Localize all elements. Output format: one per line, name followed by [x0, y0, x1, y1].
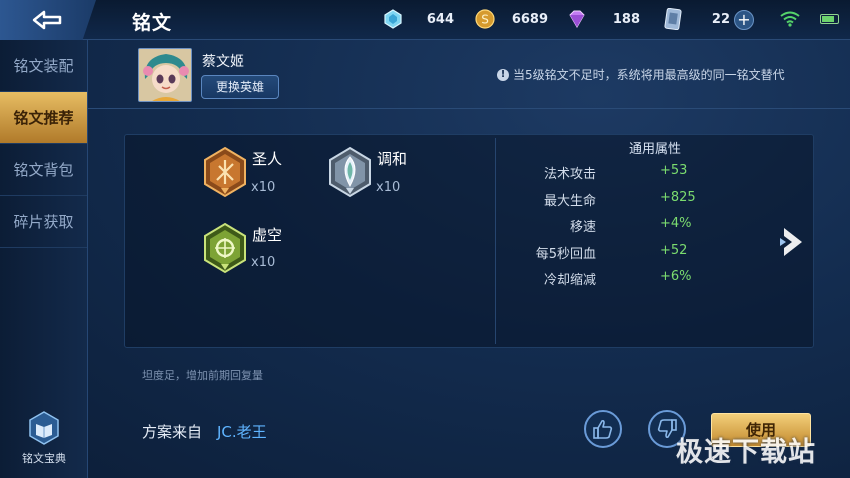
attribute-row: 每5秒回血 +52 — [536, 243, 740, 263]
gold-counter: S 6689 — [474, 8, 548, 30]
attribute-value: +53 — [660, 163, 688, 178]
panel-divider — [495, 138, 496, 344]
book-icon — [29, 411, 59, 445]
gold-coin-icon: S — [474, 8, 496, 30]
attribute-value: +6% — [660, 269, 692, 284]
attribute-label: 最大生命 — [543, 194, 596, 209]
sidebar-item-rune-bag[interactable]: 铭文背包 — [0, 144, 87, 196]
hero-avatar — [138, 48, 192, 102]
attribute-value: +52 — [660, 243, 688, 258]
attribute-row: 法术攻击 +53 — [540, 163, 740, 183]
purple-crystal-icon — [566, 8, 588, 30]
sidebar-item-label: 铭文推荐 — [13, 109, 74, 127]
plan-description: 坦度足，增加前期回复量 — [142, 369, 263, 382]
rune-harmony-icon — [329, 146, 371, 198]
attribute-row: 最大生命 +825 — [540, 190, 740, 210]
diamond-icon — [382, 8, 404, 30]
watermark: 极速下载站 — [676, 437, 816, 468]
voucher-icon — [662, 8, 684, 30]
attribute-label: 移速 — [569, 220, 596, 235]
sidebar-item-rune-equip[interactable]: 铭文装配 — [0, 40, 87, 92]
add-voucher-button[interactable]: + — [734, 10, 754, 30]
rune-name: 虚空 — [252, 226, 283, 244]
rune-count: x10 — [251, 180, 276, 195]
sidebar-item-fragment-source[interactable]: 碎片获取 — [0, 196, 87, 248]
like-button[interactable] — [584, 410, 622, 448]
source-author-link[interactable]: JC.老王 — [217, 421, 267, 442]
diamond-count: 644 — [426, 11, 454, 27]
sidebar-item-label: 碎片获取 — [13, 213, 74, 231]
attribute-value: +4% — [660, 216, 692, 231]
attribute-label: 每5秒回血 — [535, 247, 596, 262]
attribute-value: +825 — [660, 190, 696, 205]
codex-label: 铭文宝典 — [22, 452, 66, 465]
attribute-label: 冷却缩减 — [543, 273, 596, 288]
sidebar: 铭文装配 铭文推荐 铭文背包 碎片获取 铭文宝典 — [0, 40, 88, 478]
rune-count: x10 — [251, 255, 276, 270]
thumbs-up-icon — [593, 419, 613, 439]
svg-text:S: S — [481, 13, 489, 27]
back-arrow-icon — [32, 10, 62, 30]
header-divider — [88, 108, 850, 109]
rune-sage-icon — [204, 146, 246, 198]
hero-name: 蔡文姬 — [202, 54, 244, 70]
next-arrow-icon[interactable] — [778, 222, 810, 262]
diamond-counter: 644 — [382, 8, 454, 30]
rune-name: 调和 — [377, 150, 408, 168]
change-hero-button[interactable]: 更换英雄 — [201, 75, 279, 99]
rune-void-icon — [204, 222, 246, 274]
gold-count: 6689 — [511, 11, 548, 27]
crystal-counter: 188 — [566, 8, 640, 30]
notice-text: 当5级铭文不足时，系统将用最高级的同一铭文替代 — [513, 68, 785, 82]
battery-icon — [820, 14, 839, 24]
rune-codex-button[interactable]: 铭文宝典 — [0, 410, 88, 466]
top-bar: 铭文 644 S 6689 188 22 + — [0, 0, 850, 40]
attribute-label: 法术攻击 — [543, 167, 596, 182]
attribute-row: 移速 +4% — [540, 216, 740, 236]
attributes-title: 通用属性 — [628, 142, 681, 157]
notice: ! 当5级铭文不足时，系统将用最高级的同一铭文替代 — [497, 66, 785, 83]
page-title: 铭文 — [132, 12, 173, 34]
voucher-counter: 22 — [662, 8, 730, 30]
rune-name: 圣人 — [252, 150, 283, 168]
sidebar-item-label: 铭文背包 — [13, 161, 74, 179]
sidebar-item-rune-recommend[interactable]: 铭文推荐 — [0, 92, 87, 144]
crystal-count: 188 — [612, 11, 640, 27]
thumbs-down-icon — [657, 419, 677, 439]
rune-count: x10 — [376, 180, 401, 195]
attribute-row: 冷却缩减 +6% — [540, 269, 740, 289]
back-button[interactable] — [0, 0, 96, 40]
source-label: 方案来自 — [142, 423, 203, 441]
info-icon: ! — [497, 68, 509, 81]
wifi-icon — [780, 11, 800, 27]
voucher-count: 22 — [711, 11, 730, 27]
sidebar-item-label: 铭文装配 — [13, 57, 74, 75]
